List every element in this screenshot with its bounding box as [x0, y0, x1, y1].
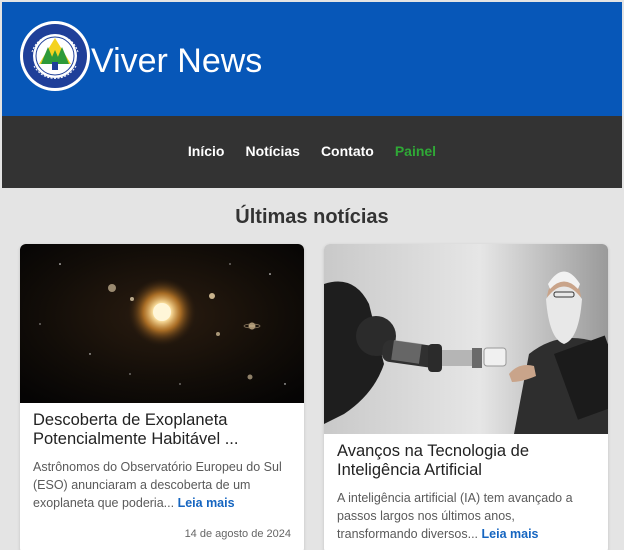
site-title[interactable]: Viver News — [91, 42, 262, 81]
article-date: 14 de agosto de 2024 — [184, 528, 291, 540]
news-section: Últimas notícias Descoberta de Exoplanet… — [2, 188, 622, 550]
space-planets-image[interactable] — [20, 244, 304, 403]
section-title: Últimas notícias — [235, 206, 389, 228]
read-more-link[interactable]: Leia mais — [482, 527, 539, 541]
nav-painel[interactable]: Painel — [395, 143, 436, 159]
nav-inicio[interactable]: Início — [188, 143, 225, 159]
nav-noticias[interactable]: Notícias — [245, 143, 299, 159]
article-excerpt-text: Astrônomos do Observatório Europeu do Su… — [33, 460, 282, 510]
article-card[interactable]: Avanços na Tecnologia de Inteligência Ar… — [324, 244, 608, 550]
article-title[interactable]: Avanços na Tecnologia de Inteligência Ar… — [337, 442, 595, 480]
nav-contato[interactable]: Contato — [321, 143, 374, 159]
article-card[interactable]: Descoberta de Exoplaneta Potencialmente … — [20, 244, 304, 550]
article-title[interactable]: Descoberta de Exoplaneta Potencialmente … — [33, 411, 291, 449]
robot-arm-elder-man-image[interactable] — [324, 244, 608, 434]
main-nav: Início Notícias Contato Painel — [2, 116, 622, 188]
read-more-link[interactable]: Leia mais — [178, 496, 235, 510]
article-excerpt: A inteligência artificial (IA) tem avanç… — [337, 489, 595, 543]
logo[interactable] — [19, 20, 91, 92]
article-excerpt: Astrônomos do Observatório Europeu do Su… — [33, 458, 291, 512]
site-header: Viver News — [2, 2, 622, 116]
